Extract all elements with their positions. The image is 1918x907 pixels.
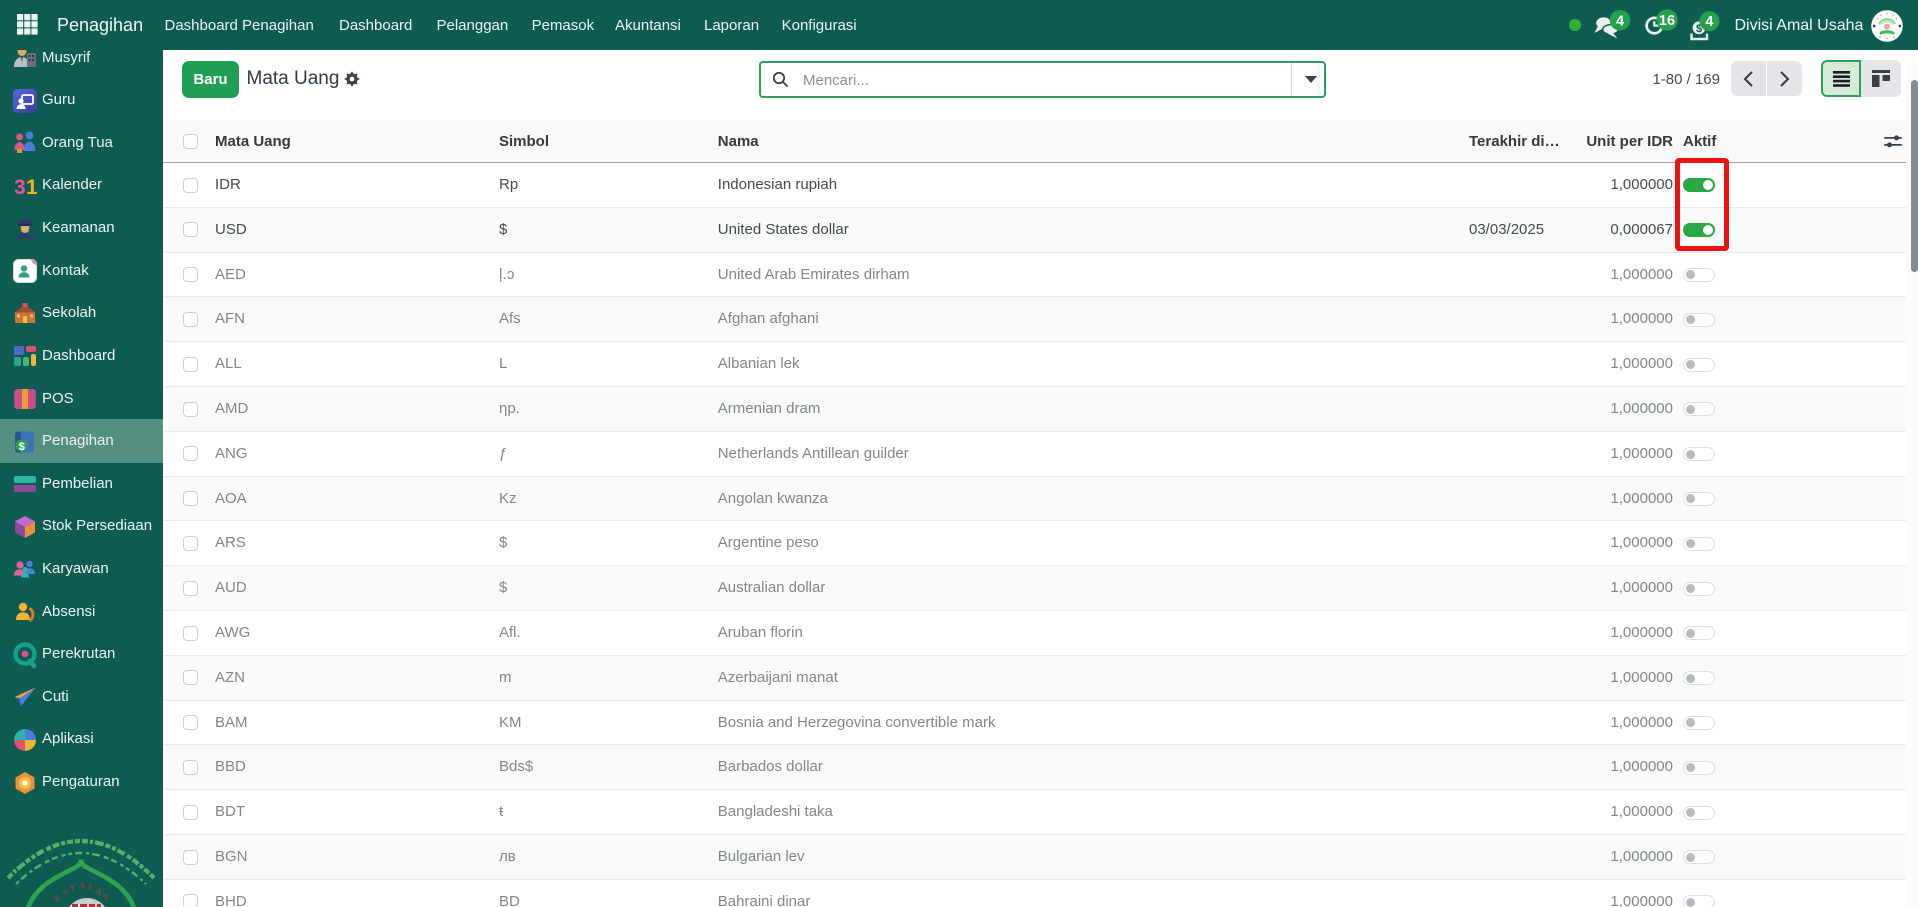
svg-text:4: 4 (1616, 13, 1624, 29)
svg-text:S: S (87, 882, 94, 893)
svg-text:Y: Y (51, 893, 62, 905)
svg-text:16: 16 (1659, 13, 1675, 29)
svg-text:4: 4 (1705, 14, 1713, 30)
svg-text:3: 3 (14, 176, 26, 199)
svg-text:Y: Y (69, 882, 77, 893)
svg-text:$: $ (18, 440, 24, 452)
svg-text:1: 1 (26, 176, 38, 199)
svg-text:N: N (100, 891, 112, 903)
svg-text:A: A (79, 881, 86, 891)
